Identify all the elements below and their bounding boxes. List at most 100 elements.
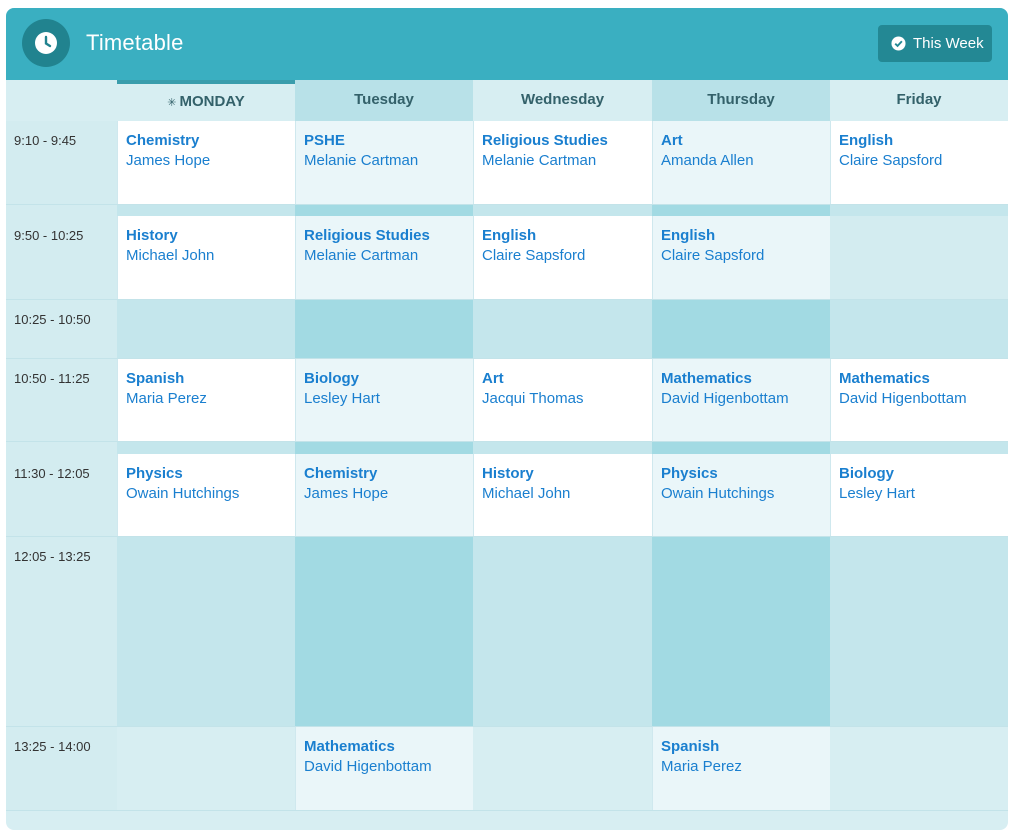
lesson-cell[interactable]: English Claire Sapsford: [473, 216, 652, 300]
clock-icon: [22, 19, 70, 67]
lesson-cell[interactable]: Physics Owain Hutchings: [652, 454, 830, 537]
spacer-cell: [117, 442, 295, 454]
lesson-teacher: David Higenbottam: [304, 758, 432, 775]
lesson-cell[interactable]: Spanish Maria Perez: [652, 727, 830, 811]
lesson-teacher: Melanie Cartman: [304, 152, 419, 169]
lesson-cell[interactable]: Biology Lesley Hart: [295, 359, 473, 442]
lesson-cell[interactable]: Spanish Maria Perez: [117, 359, 295, 442]
spacer-cell: [473, 205, 652, 216]
lesson-cell[interactable]: History Michael John: [117, 216, 295, 300]
lesson-cell[interactable]: Religious Studies Melanie Cartman: [295, 216, 473, 300]
page-title: Timetable: [86, 30, 184, 55]
timetable-panel: Timetable This Week ✳ MONDAY Tuesday Wednes…: [6, 8, 1008, 830]
lesson-subject: Mathematics: [304, 738, 395, 755]
empty-cell: [830, 537, 1008, 727]
row-divider: [6, 810, 1008, 811]
lesson-subject: Art: [482, 370, 504, 387]
empty-cell: [473, 537, 652, 727]
lesson-subject: Mathematics: [661, 370, 752, 387]
lesson-subject: Religious Studies: [482, 132, 608, 149]
lesson-teacher: David Higenbottam: [839, 390, 967, 407]
empty-cell: [652, 537, 830, 727]
spacer-cell: [295, 442, 473, 454]
day-label: Tuesday: [354, 91, 414, 108]
lesson-teacher: Melanie Cartman: [304, 247, 419, 264]
lesson-teacher: James Hope: [126, 152, 211, 169]
spacer-cell: [830, 442, 1008, 454]
lesson-teacher: Owain Hutchings: [126, 485, 240, 502]
lesson-subject: Religious Studies: [304, 227, 430, 244]
lesson-teacher: Amanda Allen: [661, 152, 754, 169]
lesson-subject: Spanish: [126, 370, 185, 387]
lesson-cell[interactable]: English Claire Sapsford: [830, 121, 1008, 205]
current-day-star-icon: ✳: [167, 97, 177, 109]
lesson-cell[interactable]: Art Jacqui Thomas: [473, 359, 652, 442]
lesson-cell[interactable]: Religious Studies Melanie Cartman: [473, 121, 652, 205]
lesson-subject: History: [126, 227, 178, 244]
period-time: 13:25 - 14:00: [6, 727, 117, 811]
lesson-cell[interactable]: Art Amanda Allen: [652, 121, 830, 205]
lesson-cell[interactable]: Physics Owain Hutchings: [117, 454, 295, 537]
lesson-cell[interactable]: Mathematics David Higenbottam: [830, 359, 1008, 442]
lesson-cell[interactable]: Chemistry James Hope: [295, 454, 473, 537]
lesson-subject: English: [839, 132, 894, 149]
lesson-subject: Biology: [839, 465, 894, 482]
spacer-cell: [652, 205, 830, 216]
empty-cell: [117, 300, 295, 359]
lesson-subject: English: [482, 227, 537, 244]
check-circle-icon: [891, 36, 906, 51]
lesson-teacher: Lesley Hart: [304, 390, 380, 407]
spacer-cell: [117, 205, 295, 216]
period-time: 11:30 - 12:05: [6, 454, 117, 537]
timetable-header: Timetable This Week: [6, 8, 1008, 80]
lesson-teacher: Owain Hutchings: [661, 485, 775, 502]
lesson-subject: Physics: [126, 465, 183, 482]
period-time: 10:50 - 11:25: [6, 359, 117, 442]
day-header-wednesday: Wednesday: [473, 80, 652, 121]
day-label: Friday: [896, 91, 942, 108]
lesson-subject: Physics: [661, 465, 718, 482]
empty-cell: [117, 727, 295, 811]
period-time: 12:05 - 13:25: [6, 537, 117, 727]
day-header-monday: ✳ MONDAY: [117, 80, 295, 121]
lesson-teacher: David Higenbottam: [661, 390, 789, 407]
lesson-subject: Mathematics: [839, 370, 930, 387]
this-week-label: This Week: [913, 35, 984, 52]
empty-cell: [295, 300, 473, 359]
lesson-teacher: Michael John: [126, 247, 215, 264]
lesson-subject: Chemistry: [304, 465, 378, 482]
lesson-subject: Chemistry: [126, 132, 200, 149]
empty-cell: [117, 537, 295, 727]
lesson-cell[interactable]: Mathematics David Higenbottam: [295, 727, 473, 811]
empty-cell: [830, 300, 1008, 359]
empty-cell: [830, 727, 1008, 811]
period-time: 9:50 - 10:25: [6, 216, 117, 300]
this-week-button[interactable]: This Week: [878, 25, 992, 62]
lesson-teacher: James Hope: [304, 485, 389, 502]
lesson-cell[interactable]: English Claire Sapsford: [652, 216, 830, 300]
lesson-teacher: Claire Sapsford: [661, 247, 765, 264]
lesson-teacher: Michael John: [482, 485, 571, 502]
lesson-cell[interactable]: PSHE Melanie Cartman: [295, 121, 473, 205]
period-time: 9:10 - 9:45: [6, 121, 117, 205]
lesson-cell[interactable]: Chemistry James Hope: [117, 121, 295, 205]
lesson-teacher: Maria Perez: [126, 390, 207, 407]
lesson-teacher: Maria Perez: [661, 758, 742, 775]
lesson-cell[interactable]: Biology Lesley Hart: [830, 454, 1008, 537]
lesson-teacher: Claire Sapsford: [839, 152, 943, 169]
day-label: MONDAY: [179, 93, 245, 110]
lesson-subject: Art: [661, 132, 683, 149]
lesson-teacher: Claire Sapsford: [482, 247, 586, 264]
spacer-cell: [295, 205, 473, 216]
timetable-grid: ✳ MONDAY Tuesday Wednesday Thursday Friday 9:1…: [6, 80, 1008, 830]
spacer-cell: [830, 205, 1008, 216]
empty-cell: [473, 727, 652, 811]
lesson-subject: PSHE: [304, 132, 345, 149]
lesson-teacher: Melanie Cartman: [482, 152, 597, 169]
lesson-subject: History: [482, 465, 534, 482]
day-header-thursday: Thursday: [652, 80, 830, 121]
row-divider: [6, 441, 1008, 442]
lesson-cell[interactable]: History Michael John: [473, 454, 652, 537]
lesson-subject: Spanish: [661, 738, 720, 755]
lesson-cell[interactable]: Mathematics David Higenbottam: [652, 359, 830, 442]
